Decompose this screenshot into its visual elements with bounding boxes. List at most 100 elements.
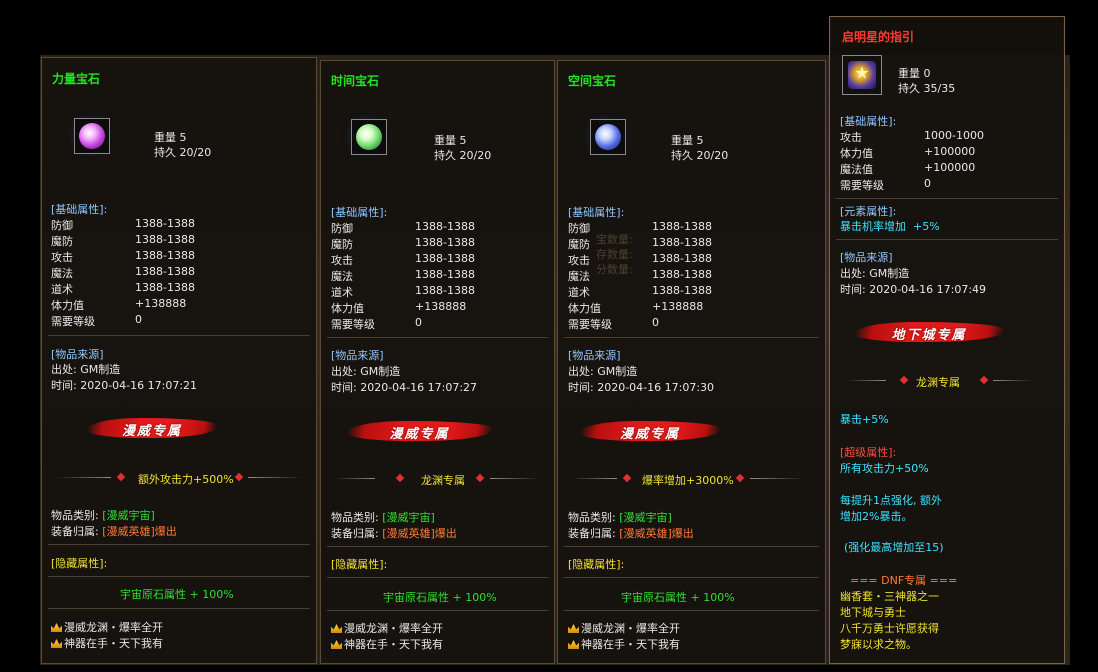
stat-value: 1388-1388 — [652, 220, 712, 233]
stat-value: 1000-1000 — [924, 129, 984, 142]
lore-line: 地下城与勇士 — [840, 606, 906, 619]
owner-value: [漫威英雄]爆出 — [102, 525, 177, 538]
time-label: 时间: — [840, 283, 866, 296]
time-label: 时间: — [568, 381, 594, 394]
source-header: [物品来源] — [51, 348, 104, 361]
exclusive-banner: 地下城专属 — [851, 319, 1007, 345]
item-title: 时间宝石 — [331, 74, 380, 88]
crown-icon — [331, 640, 342, 649]
stat-value: 1388-1388 — [415, 220, 475, 233]
owner-value: [漫威英雄]爆出 — [382, 527, 457, 540]
banner-text: 漫威专属 — [121, 424, 182, 439]
weight-value: 5 — [696, 134, 704, 147]
gem-slot — [64, 110, 114, 160]
owner-label: 装备归属: — [51, 525, 99, 538]
divider — [564, 546, 819, 547]
base-attr-header: [基础属性]: — [568, 206, 625, 219]
durability-label: 持久 — [154, 146, 176, 159]
banner-text: 漫威专属 — [619, 427, 680, 442]
stat-label: 防御 — [568, 222, 590, 235]
owner-label: 装备归属: — [331, 527, 379, 540]
origin-value: GM制造 — [869, 267, 910, 280]
stat-value: 1388-1388 — [652, 252, 712, 265]
crown-icon — [331, 624, 342, 633]
weight-label: 重量 — [898, 67, 920, 80]
item-tooltip-morning-star-guide: 启明星的指引 重量 0 持久 35/35 [基础属性]: 攻击 1000-100… — [829, 16, 1065, 664]
stat-value: 0 — [415, 316, 422, 329]
stat-label: 魔防 — [51, 235, 73, 248]
stat-label: 魔法 — [568, 270, 590, 283]
element-attr-label: 暴击机率增加 — [840, 220, 906, 233]
lore-line: 幽香套・三神器之一 — [840, 590, 939, 603]
stat-label: 体力值 — [331, 302, 364, 315]
stat-value: +100000 — [924, 161, 976, 174]
stat-value: +138888 — [415, 300, 467, 313]
gem-slot — [580, 111, 630, 161]
durability-value: 35/35 — [923, 82, 956, 95]
background-text: 宝数量: — [596, 233, 633, 246]
exclusive-banner: 漫威专属 — [577, 418, 723, 444]
stat-label: 攻击 — [331, 254, 353, 267]
origin-label: 出处: — [331, 365, 357, 378]
stat-label: 需要等级 — [331, 318, 375, 331]
hidden-attr-header: [隐藏属性]: — [568, 558, 625, 571]
time-label: 时间: — [51, 379, 77, 392]
source-header: [物品来源] — [568, 349, 621, 362]
gem-frame — [74, 118, 110, 154]
base-attr-header: [基础属性]: — [51, 203, 108, 216]
stat-label: 需要等级 — [840, 179, 884, 192]
upgrade-max: (强化最高增加至15) — [844, 541, 944, 554]
stat-value: 1388-1388 — [415, 284, 475, 297]
divider — [327, 337, 548, 338]
pink-gem-icon — [79, 123, 105, 149]
stat-value: 0 — [924, 177, 931, 190]
origin-value: GM制造 — [80, 363, 121, 376]
base-attr-header: [基础属性]: — [331, 206, 388, 219]
crit-bonus: 暴击+5% — [840, 413, 889, 426]
category-label: 物品类别: — [568, 511, 616, 524]
stat-label: 魔法值 — [840, 163, 873, 176]
stat-label: 魔法 — [51, 267, 73, 280]
crown-icon — [568, 624, 579, 633]
base-attr-header: [基础属性]: — [840, 115, 897, 128]
bonus-ornament: 龙渊专属 — [335, 472, 545, 487]
stat-label: 道术 — [51, 283, 73, 296]
upgrade-text: 增加2%暴击。 — [840, 510, 913, 523]
weight-value: 0 — [923, 67, 931, 80]
gem-frame — [351, 119, 387, 155]
weight-value: 5 — [179, 131, 187, 144]
stat-value: 1388-1388 — [135, 265, 195, 278]
stat-value: +138888 — [652, 300, 704, 313]
footer-line: 漫威龙渊・爆率全开 — [64, 621, 163, 634]
durability-label: 持久 — [671, 149, 693, 162]
item-icon — [842, 55, 882, 95]
stat-label: 防御 — [331, 222, 353, 235]
category-value: [漫威宇宙] — [619, 511, 672, 524]
banner-text: 地下城专属 — [891, 328, 967, 343]
stat-label: 魔防 — [568, 238, 590, 251]
stat-label: 攻击 — [568, 254, 590, 267]
lore-line: 八千万勇士许愿获得 — [840, 622, 939, 635]
stat-label: 道术 — [568, 286, 590, 299]
bonus-text: 龙渊专属 — [421, 474, 465, 487]
durability-value: 20/20 — [696, 149, 729, 162]
time-label: 时间: — [331, 381, 357, 394]
stat-value: 1388-1388 — [135, 249, 195, 262]
gem-frame — [590, 119, 626, 155]
bonus-ornament: 龙渊专属 — [846, 374, 1051, 389]
bonus-text: 额外攻击力+500% — [138, 473, 234, 486]
owner-value: [漫威英雄]爆出 — [619, 527, 694, 540]
item-tooltip-time-gem: 时间宝石 重量 5 持久 20/20 [基础属性]: 防御 1388-1388 … — [320, 60, 555, 664]
bonus-ornament: 额外攻击力+500% — [56, 471, 306, 486]
footer-line: 漫威龙渊・爆率全开 — [581, 622, 680, 635]
stat-value: +100000 — [924, 145, 976, 158]
crown-icon — [51, 623, 62, 632]
time-value: 2020-04-16 17:07:27 — [360, 381, 478, 394]
lore-line: 梦寐以求之物。 — [840, 638, 917, 651]
divider — [564, 577, 819, 578]
dnf-header: === DNF专属 === — [850, 574, 958, 587]
stat-label: 需要等级 — [568, 318, 612, 331]
divider — [48, 335, 310, 336]
time-value: 2020-04-16 17:07:21 — [80, 379, 198, 392]
stat-label: 需要等级 — [51, 315, 95, 328]
